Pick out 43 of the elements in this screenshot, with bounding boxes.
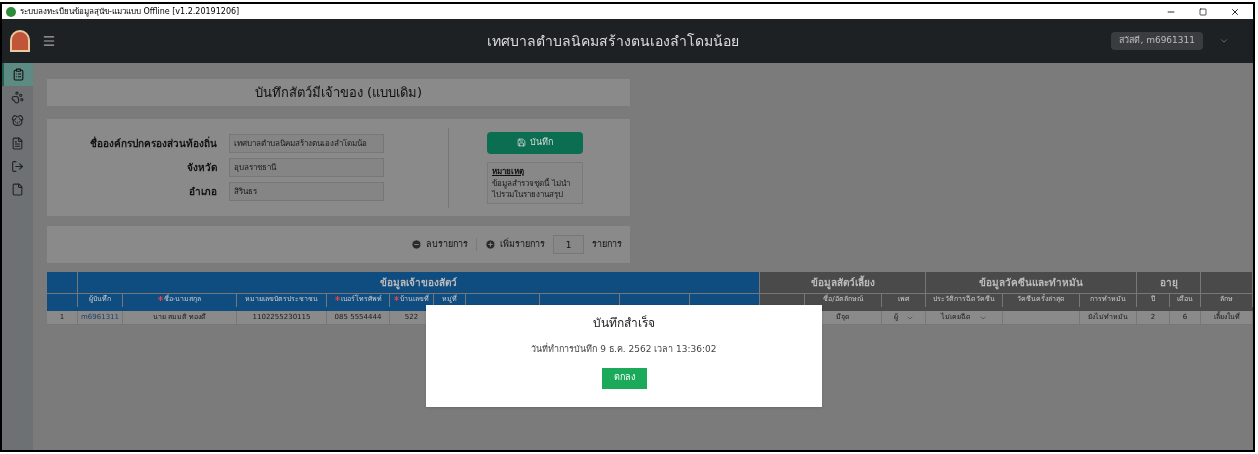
caret-icon — [1219, 36, 1229, 46]
text-field[interactable]: สิรินธร — [229, 182, 384, 201]
clipboard-icon — [12, 68, 25, 81]
field-label: ชื่อองค์กรปกครองส่วนท้องถิ่น — [89, 136, 218, 151]
app-logo-icon — [6, 6, 16, 17]
ok-button[interactable]: ตกลง — [601, 367, 647, 389]
dialog-title: บันทึกสำเร็จ — [593, 314, 655, 332]
header-title: เทศบาลตำบลนิคมสร้างตนเองลำโดมน้อย — [487, 31, 739, 51]
note-text: ข้อมูลสำรวจชุดนี้ ไม่นำไปรวมในรายงานสรุป — [492, 177, 571, 200]
note-title: หมายเหตุ — [492, 165, 525, 178]
field-label: อำเภอ — [188, 185, 218, 199]
dog-icon — [11, 114, 24, 127]
logout-icon — [11, 160, 24, 173]
sidebar-item[interactable] — [2, 63, 33, 86]
group-title: อายุ — [1159, 276, 1178, 290]
group-title: ข้อมูลวัคซีนและทำหมัน — [979, 276, 1083, 290]
minus-circle-icon — [411, 239, 422, 250]
group-title: ข้อมูลสัตว์เลี้ยง — [810, 275, 875, 290]
emblem-icon — [10, 30, 30, 52]
file-icon — [11, 183, 24, 196]
unit-label: รายการ — [592, 237, 622, 251]
user-button[interactable]: สวัสดี, m6961311 — [1111, 32, 1203, 50]
text-field[interactable]: อุบลราชธานี — [229, 158, 384, 177]
restore-icon — [1199, 7, 1207, 16]
text-field[interactable]: เทศบาลตำบลนิคมสร้างตนเองลำโดมน้อ — [229, 134, 384, 153]
page-title: บันทึกสัตว์มีเจ้าของ (แบบเดิม) — [254, 83, 423, 102]
required-asterisk-icon — [157, 296, 163, 301]
menu-button[interactable] — [42, 34, 56, 48]
save-button[interactable]: บันทึก — [487, 131, 583, 154]
menu-icon — [42, 34, 56, 48]
required-asterisk-icon — [394, 296, 399, 301]
field-label: จังหวัด — [186, 161, 218, 175]
count-field[interactable]: 1 — [553, 235, 584, 254]
plus-circle-icon — [485, 239, 496, 250]
close-icon — [1230, 6, 1240, 17]
required-asterisk-icon — [334, 296, 340, 301]
window-title: ระบบลงทะเบียนข้อมูลสุนัข-แมวแบบ Offline [v1.2.20191206] — [20, 5, 240, 18]
dialog-message: วันที่ทำการบันทึก 9 ธ.ค. 2562 เวลา 13:36:02 — [531, 343, 717, 356]
paw-icon — [11, 91, 24, 104]
remove-items-button[interactable]: ลบรายการ — [411, 237, 477, 252]
document-icon — [11, 137, 24, 150]
group-title: ข้อมูลเจ้าของสัตว์ — [380, 276, 457, 290]
add-items-button[interactable]: เพิ่มรายการ — [485, 237, 545, 252]
